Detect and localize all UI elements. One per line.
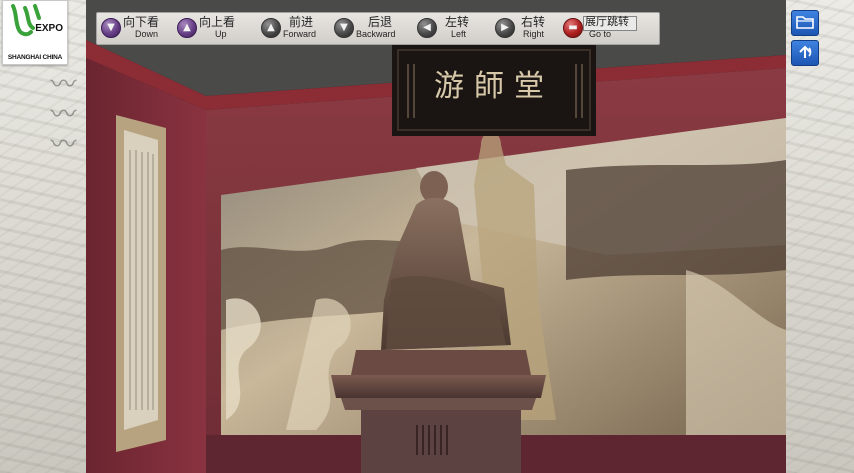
turn-right-button[interactable]: ▶ 右转 Right (495, 14, 555, 43)
expo-logo: EXPO SHANGHAI CHINA (2, 0, 68, 65)
goto-hall-sublabel: Go to (589, 29, 612, 39)
turn-left-label: 左转 (445, 15, 470, 29)
turn-right-label: 右转 (521, 15, 546, 29)
look-up-button[interactable]: ▲ 向上看 Up (177, 14, 247, 43)
turn-left-icon: ◀ (417, 18, 437, 38)
goto-hall-label: 展厅跳转 (585, 15, 629, 28)
turn-left-sublabel: Left (451, 29, 467, 39)
look-up-icon: ▲ (177, 18, 197, 38)
expo-emblem-icon (11, 4, 41, 37)
turn-right-icon: ▶ (495, 18, 515, 38)
look-up-label: 向上看 (199, 15, 236, 29)
look-down-sublabel: Down (135, 29, 159, 39)
turn-right-sublabel: Right (523, 29, 545, 39)
goto-hall-button[interactable]: ▬ 展厅跳转 Go to (563, 14, 655, 43)
look-down-icon: ▼ (101, 18, 121, 38)
open-folder-icon (796, 16, 814, 29)
turn-left-button[interactable]: ◀ 左转 Left (417, 14, 477, 43)
look-down-button[interactable]: ▼ 向下看 Down (101, 14, 171, 43)
forward-button[interactable]: ▲ 前进 Forward (261, 14, 327, 43)
logo-location-text: SHANGHAI CHINA (7, 54, 63, 61)
backward-sublabel: Backward (356, 29, 396, 39)
look-down-label: 向下看 (123, 15, 160, 29)
logo-expo-text: EXPO (35, 23, 63, 34)
forward-icon: ▲ (261, 18, 281, 38)
goto-icon: ▬ (563, 18, 583, 38)
backward-label: 后退 (368, 15, 393, 29)
backward-button[interactable]: ▼ 后退 Backward (334, 14, 410, 43)
right-scroll-painting (786, 0, 854, 473)
forward-sublabel: Forward (283, 29, 317, 39)
left-scroll-painting: 〰〰〰 (0, 0, 86, 473)
left-calligraphy: 〰〰〰 (46, 70, 76, 160)
hall-plaque-text: 游師堂 (434, 69, 554, 104)
open-folder-button[interactable] (791, 10, 819, 36)
refresh-back-icon (799, 45, 812, 58)
look-up-sublabel: Up (215, 29, 227, 39)
backward-icon: ▼ (334, 18, 354, 38)
navigation-toolbar: ▼ 向下看 Down ▲ 向上看 Up ▲ 前进 Forward ▼ 后退 Ba… (96, 12, 660, 45)
panorama-viewport[interactable]: 游師堂 (86, 0, 786, 473)
exhibition-hall-scene: 游師堂 (86, 0, 786, 473)
refresh-back-button[interactable] (791, 40, 819, 66)
forward-label: 前进 (289, 15, 314, 29)
